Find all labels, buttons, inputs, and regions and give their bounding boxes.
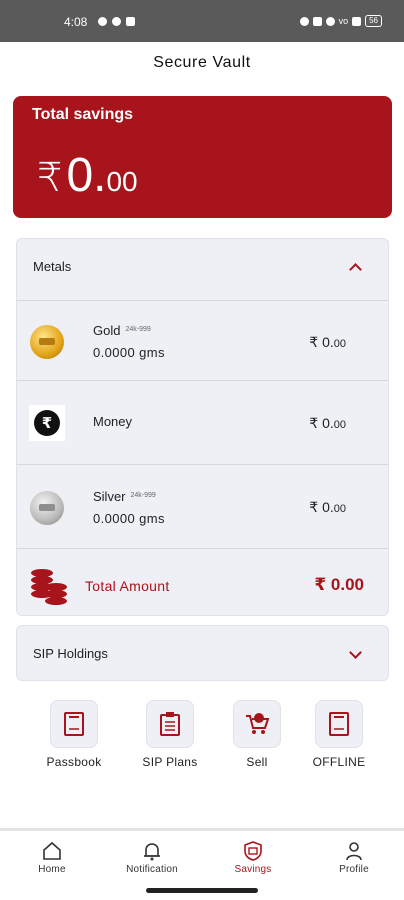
- wifi-icon: [325, 16, 335, 26]
- nav-notification[interactable]: Notification: [112, 841, 192, 875]
- signal-icon: [352, 16, 362, 26]
- status-bar: 4:08 vo 56: [0, 0, 404, 42]
- total-savings-card: Total savings ₹ 0. 00: [13, 96, 392, 218]
- facebook-icon: [112, 17, 121, 26]
- page-title: Secure Vault: [153, 54, 251, 71]
- gold-name-text: Gold: [93, 323, 121, 338]
- metal-row-silver[interactable]: Silver 24k-999 0.0000 gms ₹ 0.00: [17, 465, 388, 549]
- system-icons: vo 56: [299, 15, 382, 27]
- alarm-icon: [299, 16, 309, 26]
- passbook-label: Passbook: [46, 755, 102, 769]
- notification-icons: [98, 17, 135, 26]
- silver-purity: 24k-999: [130, 492, 156, 499]
- metals-header[interactable]: Metals: [17, 239, 388, 301]
- profile-icon: [346, 842, 362, 861]
- sip-plans-button[interactable]: SIP Plans: [130, 700, 210, 769]
- amount-decimal: 00: [106, 166, 138, 197]
- nav-profile[interactable]: Profile: [314, 841, 394, 875]
- nav-home-label: Home: [38, 864, 66, 875]
- sip-holdings-label: SIP Holdings: [33, 646, 108, 661]
- money-value-int: ₹ 0.: [309, 415, 334, 431]
- gold-coin-icon: [30, 325, 64, 359]
- cart-icon: [233, 700, 281, 748]
- passbook-icon: [50, 700, 98, 748]
- network-label: vo: [338, 16, 349, 26]
- coins-stack-icon: [31, 569, 69, 607]
- total-amount-row: Total Amount ₹ 0.00: [17, 549, 388, 615]
- nfc-icon: [312, 16, 322, 26]
- money-name: Money: [93, 414, 133, 429]
- total-savings-label: Total savings: [32, 106, 134, 123]
- metals-header-label: Metals: [33, 259, 72, 274]
- battery-icon: 56: [365, 15, 382, 27]
- silver-value: ₹ 0.00: [309, 499, 346, 516]
- status-time: 4:08: [64, 15, 88, 29]
- total-amount-value: ₹ 0.00: [314, 575, 364, 594]
- gold-weight: 0.0000 gms: [93, 345, 165, 360]
- gold-value-int: ₹ 0.: [309, 334, 334, 350]
- sip-plans-label: SIP Plans: [142, 755, 198, 769]
- silver-weight: 0.0000 gms: [93, 511, 165, 526]
- nav-notification-label: Notification: [126, 864, 178, 875]
- book-icon: [315, 700, 363, 748]
- quick-actions: Passbook SIP Plans Sell OFFLINE: [0, 700, 404, 780]
- clipboard-icon: [146, 700, 194, 748]
- offline-label: OFFLINE: [312, 755, 366, 769]
- gold-value: ₹ 0.00: [309, 334, 346, 351]
- silver-name: Silver 24k-999: [93, 489, 156, 504]
- bottom-nav: Home Notification Savings Profile: [0, 828, 404, 880]
- app-screen: 4:08 vo 56 Secure Vault Total savings ₹ …: [0, 0, 404, 900]
- money-value-dec: 00: [333, 419, 346, 431]
- currency-symbol: ₹: [37, 156, 63, 200]
- metals-panel: Metals Gold 24k-999 0.0000 gms ₹ 0.00 ₹ M…: [16, 238, 389, 616]
- home-icon: [43, 841, 61, 860]
- amount-integer: 0.: [66, 149, 107, 202]
- passbook-button[interactable]: Passbook: [34, 700, 114, 769]
- chevron-up-icon[interactable]: [349, 263, 362, 276]
- silver-value-dec: 00: [333, 503, 346, 515]
- nav-profile-label: Profile: [339, 864, 369, 875]
- silver-name-text: Silver: [93, 489, 126, 504]
- chevron-down-icon[interactable]: [349, 646, 362, 659]
- sell-label: Sell: [246, 755, 268, 769]
- bell-icon: [144, 843, 160, 861]
- gold-purity: 24k-999: [125, 326, 151, 333]
- nav-savings-label: Savings: [234, 864, 272, 875]
- offline-button[interactable]: OFFLINE: [299, 700, 379, 769]
- sell-button[interactable]: Sell: [217, 700, 297, 769]
- metal-row-gold[interactable]: Gold 24k-999 0.0000 gms ₹ 0.00: [17, 301, 388, 381]
- total-savings-amount: ₹ 0. 00: [37, 148, 138, 203]
- silver-value-int: ₹ 0.: [309, 499, 334, 515]
- image-icon: [126, 17, 135, 26]
- total-amount-label: Total Amount: [85, 578, 170, 594]
- gesture-bar[interactable]: [146, 888, 258, 893]
- money-value: ₹ 0.00: [309, 415, 346, 432]
- nav-home[interactable]: Home: [12, 841, 92, 875]
- nav-savings[interactable]: Savings: [213, 841, 293, 875]
- silver-coin-icon: [30, 491, 64, 525]
- gold-name: Gold 24k-999: [93, 323, 151, 338]
- savings-icon: [244, 841, 262, 861]
- flash-icon: [98, 17, 107, 26]
- rupee-icon: ₹: [29, 405, 65, 441]
- metal-row-money[interactable]: ₹ Money ₹ 0.00: [17, 381, 388, 465]
- gold-value-dec: 00: [333, 338, 346, 350]
- sip-holdings-panel[interactable]: SIP Holdings: [16, 625, 389, 681]
